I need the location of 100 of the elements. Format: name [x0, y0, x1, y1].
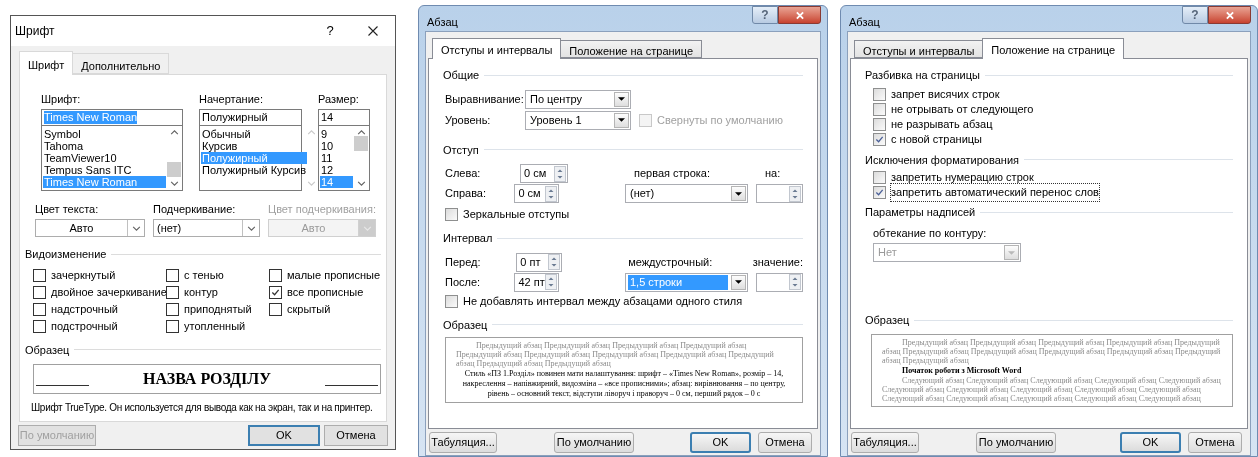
checkbox[interactable]: [33, 302, 46, 316]
dialog-button[interactable]: По умолчанию: [554, 431, 634, 453]
triangle-down-icon: [1008, 250, 1015, 255]
help-button[interactable]: ?: [315, 18, 345, 44]
tab[interactable]: Положение на странице: [982, 38, 1125, 59]
checkbox[interactable]: [445, 208, 458, 221]
checkbox[interactable]: [873, 117, 886, 131]
chevron-down-icon: [356, 180, 366, 186]
checkbox[interactable]: [445, 294, 458, 308]
checkbox[interactable]: [166, 302, 179, 316]
chevron-down-icon: [307, 180, 317, 186]
list-item[interactable]: TeamViewer10: [43, 151, 166, 165]
close-button[interactable]: [1208, 6, 1251, 24]
list-item[interactable]: 11: [320, 151, 353, 165]
input-value: Полужирный: [202, 110, 268, 124]
spin-arrows-icon: [554, 165, 566, 182]
list-item[interactable]: 10: [320, 139, 353, 152]
list-item[interactable]: Обычный: [201, 127, 308, 140]
list-item[interactable]: 12: [320, 164, 353, 177]
field-label: Начертание:: [199, 92, 264, 107]
dropdown[interactable]: Уровень 1: [525, 110, 631, 130]
section-title: Образец: [865, 313, 910, 328]
checkbox-label: запретить нумерацию строк: [891, 170, 1034, 186]
dropdown[interactable]: Авто: [35, 219, 145, 237]
text-input[interactable]: 14: [318, 108, 370, 126]
spin-field[interactable]: 42 пт: [514, 272, 559, 292]
list-item[interactable]: Tahoma: [43, 139, 166, 152]
close-icon: [1224, 10, 1235, 20]
dialog-button[interactable]: OK: [248, 425, 320, 446]
tab[interactable]: Шрифт: [19, 51, 74, 75]
input-value: Times New Roman: [44, 110, 138, 124]
dialog-button[interactable]: Отмена: [324, 425, 388, 446]
check-icon: [875, 188, 884, 197]
checkbox[interactable]: [33, 268, 46, 282]
text-input[interactable]: Полужирный: [199, 108, 302, 126]
spin-arrows-icon: [548, 254, 561, 270]
list-item[interactable]: Symbol: [43, 127, 166, 140]
dropdown[interactable]: (нет): [625, 184, 748, 203]
dialog-button[interactable]: Отмена: [758, 431, 812, 453]
checkbox[interactable]: [873, 102, 886, 116]
checkbox-label: запретить автоматический перенос слов: [891, 184, 1099, 201]
dialog-button[interactable]: OK: [1120, 431, 1181, 453]
list-item[interactable]: Курсив: [201, 139, 308, 152]
tab[interactable]: Отступы и интервалы: [854, 40, 984, 58]
preview-text: Предыдущий абзац Предыдущий абзац Предыдущий абзац Предыдущий абзац Предыдущий абзац Предыдущий абзац Предыдущий абзац Предыдущий абзац Предыдущий абзац Предыдущий абзац Предыдущий абзац: [882, 337, 1222, 365]
list-item[interactable]: 9: [320, 127, 353, 140]
help-button[interactable]: ?: [752, 6, 778, 24]
spin-field[interactable]: [756, 272, 803, 292]
list-item[interactable]: Полужирный Курсив: [201, 164, 308, 177]
section-title: Образец: [443, 317, 488, 333]
spin-field[interactable]: [756, 184, 803, 203]
dialog-button[interactable]: OK: [690, 431, 751, 453]
dialog-button[interactable]: Отмена: [1188, 431, 1242, 453]
spin-arrows-icon: [789, 274, 801, 290]
field-label: Выравнивание:: [445, 91, 525, 107]
checkbox[interactable]: [33, 285, 46, 299]
check-icon: [271, 287, 280, 297]
list-item[interactable]: Tempus Sans ITC: [43, 164, 166, 177]
checkbox[interactable]: [269, 268, 282, 282]
checkbox-label: Зеркальные отступы: [463, 207, 570, 223]
field-label: Размер:: [318, 92, 360, 107]
field-label: Справа:: [445, 186, 488, 202]
checkbox[interactable]: [166, 268, 179, 282]
section-title: Образец: [25, 342, 70, 358]
spin-field[interactable]: 0 см: [514, 184, 559, 203]
field-label: Уровень:: [445, 112, 492, 128]
font-note: Шрифт TrueType. Он используется для вывода как на экран, так и на принтер.: [31, 401, 373, 414]
dialog-button[interactable]: Табуляция...: [851, 431, 919, 453]
spin-field[interactable]: 0 пт: [516, 252, 563, 272]
spin-arrows-icon: [545, 185, 557, 202]
section-title: Видоизменение: [25, 247, 107, 262]
close-button[interactable]: [778, 6, 821, 24]
preview-text: Стиль «ПЗ 1.Розділ» повинен мати налаштування: шрифт – «Times New Roman», розмір – 14, накреслення – напівжирний, видозміна – «все прописними»; абзац: вирівнювання – по центру, рівень – основний текст, відступи ліворуч і праворуч – 0 см, перший рядок – 0 с: [461, 369, 787, 399]
dialog-button[interactable]: Табуляция...: [429, 431, 497, 453]
window-title: Шрифт: [15, 23, 55, 40]
checkbox[interactable]: [873, 132, 886, 146]
chevron-up-icon: [169, 129, 179, 135]
checkbox[interactable]: [873, 171, 886, 184]
tab[interactable]: Дополнительно: [72, 53, 170, 74]
dropdown[interactable]: (нет): [153, 219, 260, 237]
field-label: обтекание по контуру:: [873, 225, 988, 241]
checkbox[interactable]: [269, 285, 282, 299]
checkbox[interactable]: [166, 319, 179, 333]
checkbox[interactable]: [873, 186, 886, 199]
scroll-thumb[interactable]: [354, 135, 368, 151]
field-label: Перед:: [445, 254, 482, 270]
spin-field[interactable]: 0 см: [520, 164, 568, 183]
scroll-thumb[interactable]: [167, 161, 181, 177]
checkbox[interactable]: [873, 87, 886, 101]
checkbox-label: двойное зачеркивание: [51, 284, 167, 300]
dialog-button[interactable]: По умолчанию: [976, 431, 1056, 453]
checkbox[interactable]: [33, 319, 46, 333]
dropdown[interactable]: По центру: [525, 89, 631, 109]
tab[interactable]: Положение на странице: [560, 40, 703, 58]
field-label: Подчеркивание:: [153, 201, 237, 217]
checkbox[interactable]: [269, 302, 282, 316]
tab[interactable]: Отступы и интервалы: [432, 38, 562, 59]
checkbox[interactable]: [166, 285, 179, 299]
dropdown-value: 1,5 строки: [628, 274, 728, 290]
help-button[interactable]: ?: [1182, 6, 1208, 24]
